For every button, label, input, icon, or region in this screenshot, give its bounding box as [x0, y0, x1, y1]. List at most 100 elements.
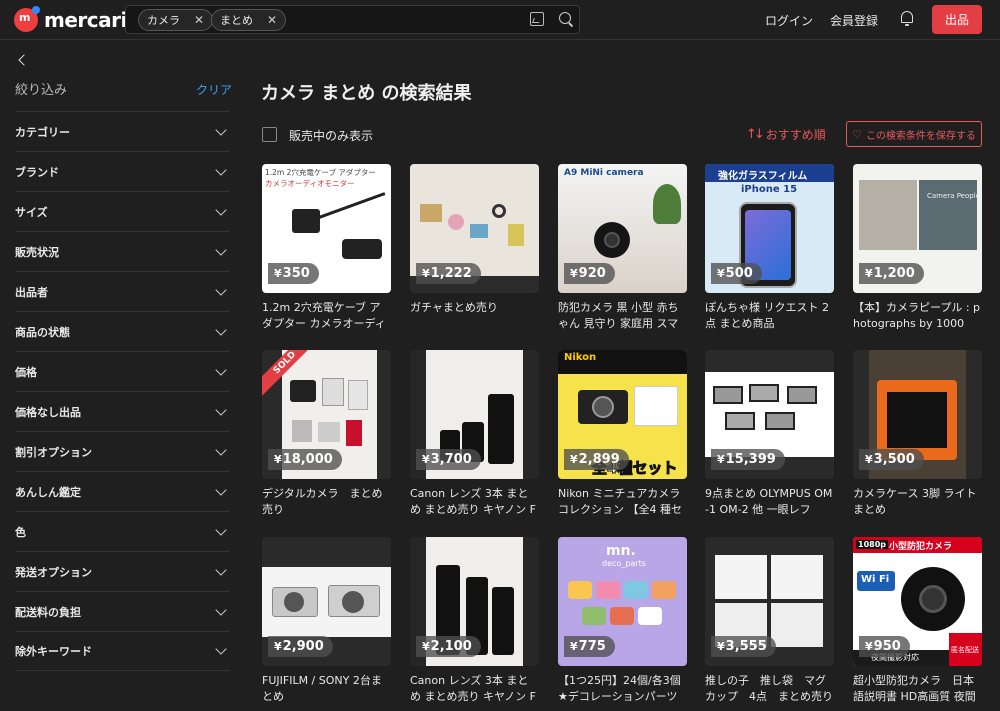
filter-item[interactable]: 除外キーワード	[15, 631, 230, 671]
item-thumbnail[interactable]: ¥15,399	[705, 350, 834, 479]
item-title[interactable]: ガチャまとめ売り	[410, 300, 539, 332]
item-card[interactable]: Nikon 全4種セット ¥2,899 Nikon ミニチュアカメラコレクション 【…	[558, 350, 687, 518]
item-title[interactable]: カメラケース 3脚 ライト まとめ	[853, 486, 982, 518]
item-thumbnail[interactable]: ¥1,222	[410, 164, 539, 293]
item-thumbnail[interactable]: ¥2,900	[262, 537, 391, 666]
item-card[interactable]: A9 MiNi camera ¥920 防犯カメラ 黒 小型 赤ちゃん 見守り 家…	[558, 164, 687, 332]
item-price: ¥2,100	[416, 636, 481, 657]
item-title[interactable]: 1.2m 2穴充電ケーブ アダプター カメラオーディオモニター	[262, 300, 391, 332]
filter-item[interactable]: 価格なし出品	[15, 391, 230, 431]
close-icon[interactable]: ✕	[267, 13, 277, 27]
filter-item[interactable]: 出品者	[15, 271, 230, 311]
filter-item[interactable]: 商品の状態	[15, 311, 230, 351]
filter-title: 絞り込み	[15, 83, 68, 98]
filter-label: 配送料の負担	[15, 605, 81, 619]
item-thumbnail[interactable]: ¥2,100	[410, 537, 539, 666]
clear-filters-link[interactable]: クリア	[196, 81, 232, 98]
filter-item[interactable]: サイズ	[15, 191, 230, 231]
item-card[interactable]: ¥1,222 ガチャまとめ売り	[410, 164, 539, 332]
item-card[interactable]: ¥3,500 カメラケース 3脚 ライト まとめ	[853, 350, 982, 518]
search-icon[interactable]	[559, 12, 571, 24]
filter-item[interactable]: ブランド	[15, 151, 230, 191]
item-card[interactable]: ¥3,700 Canon レンズ 3本 まとめ まとめ売り キヤノン FD	[410, 350, 539, 518]
item-card[interactable]: SOLD ¥18,000 デジタルカメラ まとめ売り	[262, 350, 391, 518]
item-thumbnail[interactable]: SOLD ¥18,000	[262, 350, 391, 479]
item-title[interactable]: Nikon ミニチュアカメラコレクション 【全4 種セット】	[558, 486, 687, 518]
price-value: 2,899	[578, 452, 620, 467]
sort-label: おすすめ順	[765, 128, 826, 142]
item-card[interactable]: 強化ガラスフィルム iPhone 15 ¥500 ぽんちゃ様 リクエスト 2点 ま…	[705, 164, 834, 332]
register-link[interactable]: 会員登録	[830, 12, 878, 29]
filter-label: 発送オプション	[15, 565, 92, 579]
filter-item[interactable]: 色	[15, 511, 230, 551]
price-value: 3,555	[725, 639, 767, 654]
filter-label: カテゴリー	[15, 125, 70, 139]
price-value: 2,100	[430, 639, 472, 654]
item-card[interactable]: mn. deco_parts ¥775 【1つ25円】24個/各3個★デコレーショ…	[558, 537, 687, 705]
chevron-down-icon	[215, 123, 227, 136]
item-title[interactable]: 防犯カメラ 黒 小型 赤ちゃん 見守り 家庭用 スマホ	[558, 300, 687, 332]
chevron-down-icon	[215, 523, 227, 536]
chevron-down-icon	[215, 363, 227, 376]
onsale-only-label[interactable]: 販売中のみ表示	[289, 127, 373, 144]
item-title[interactable]: Canon レンズ 3本 まとめ まとめ売り キヤノン FD	[410, 486, 539, 518]
item-card[interactable]: ¥15,399 9点まとめ OLYMPUS OM-1 OM-2 他 一眼レフ	[705, 350, 834, 518]
item-title[interactable]: 【本】カメラピープル : photographs by 1000	[853, 300, 982, 332]
search-chip-camera[interactable]: カメラ ✕	[138, 9, 214, 31]
item-price: ¥2,900	[268, 636, 333, 657]
filter-item[interactable]: あんしん鑑定	[15, 471, 230, 511]
item-thumbnail[interactable]: 小型防犯カメラ 1080p Wi Fi 夜間撮影対応 匿名配送 ¥950	[853, 537, 982, 666]
item-title[interactable]: 推しの子 推し袋 マグカップ 4点 まとめ売り	[705, 673, 834, 705]
item-card[interactable]: ¥2,900 FUJIFILM / SONY 2台まとめ	[262, 537, 391, 705]
chevron-down-icon	[215, 283, 227, 296]
item-price: ¥500	[711, 263, 762, 284]
item-card[interactable]: ¥3,555 推しの子 推し袋 マグカップ 4点 まとめ売り	[705, 537, 834, 705]
item-card[interactable]: ¥2,100 Canon レンズ 3本 まとめ まとめ売り キヤノン FD	[410, 537, 539, 705]
login-link[interactable]: ログイン	[765, 12, 813, 29]
item-title[interactable]: FUJIFILM / SONY 2台まとめ	[262, 673, 391, 705]
item-thumbnail[interactable]: ¥3,700	[410, 350, 539, 479]
item-thumbnail[interactable]: Nikon 全4種セット ¥2,899	[558, 350, 687, 479]
image-search-icon[interactable]	[530, 12, 544, 26]
filter-item[interactable]: 割引オプション	[15, 431, 230, 471]
item-price: ¥18,000	[268, 449, 342, 470]
item-thumbnail[interactable]: ¥3,555	[705, 537, 834, 666]
filter-item[interactable]: 価格	[15, 351, 230, 391]
item-title[interactable]: 【1つ25円】24個/各3個★デコレーションパーツ	[558, 673, 687, 705]
item-thumbnail[interactable]: Camera People ¥1,200	[853, 164, 982, 293]
chevron-down-icon	[215, 403, 227, 416]
item-thumbnail[interactable]: mn. deco_parts ¥775	[558, 537, 687, 666]
item-title[interactable]: ぽんちゃ様 リクエスト 2点 まとめ商品	[705, 300, 834, 332]
item-title[interactable]: 9点まとめ OLYMPUS OM-1 OM-2 他 一眼レフ	[705, 486, 834, 518]
item-thumbnail[interactable]: 強化ガラスフィルム iPhone 15 ¥500	[705, 164, 834, 293]
item-title[interactable]: 超小型防犯カメラ 日本語説明書 HD高画質 夜間撮影	[853, 673, 982, 705]
back-icon[interactable]	[18, 54, 30, 66]
item-price: ¥1,200	[859, 263, 924, 284]
item-thumbnail[interactable]: A9 MiNi camera ¥920	[558, 164, 687, 293]
filter-item[interactable]: カテゴリー	[15, 111, 230, 151]
item-title[interactable]: デジタルカメラ まとめ売り	[262, 486, 391, 518]
close-icon[interactable]: ✕	[194, 13, 204, 27]
sort-dropdown[interactable]: ↑↓ おすすめ順	[746, 126, 826, 143]
filter-item[interactable]: 発送オプション	[15, 551, 230, 591]
onsale-only-checkbox[interactable]	[262, 127, 277, 142]
save-search-button[interactable]: ♡ この検索条件を保存する	[846, 121, 982, 147]
price-value: 3,700	[430, 452, 472, 467]
price-value: 2,900	[282, 639, 324, 654]
mercari-logo[interactable]: mercari	[14, 6, 127, 32]
item-card[interactable]: Camera People ¥1,200 【本】カメラピープル : photogra…	[853, 164, 982, 332]
item-thumbnail[interactable]: ¥3,500	[853, 350, 982, 479]
item-title[interactable]: Canon レンズ 3本 まとめ まとめ売り キヤノン FD	[410, 673, 539, 705]
price-value: 950	[873, 639, 901, 654]
item-thumbnail[interactable]: 1.2m 2穴充電ケーブ アダプター カメラオーディオモニター ¥350	[262, 164, 391, 293]
search-bar[interactable]: カメラ ✕ まとめ ✕	[125, 5, 580, 34]
search-chip-matome[interactable]: まとめ ✕	[211, 9, 287, 31]
chevron-down-icon	[215, 323, 227, 336]
bell-icon[interactable]	[900, 11, 914, 26]
filter-item[interactable]: 配送料の負担	[15, 591, 230, 631]
item-card[interactable]: 1.2m 2穴充電ケーブ アダプター カメラオーディオモニター ¥350 1.2m…	[262, 164, 391, 332]
filter-item[interactable]: 販売状況	[15, 231, 230, 271]
price-value: 18,000	[282, 452, 333, 467]
item-card[interactable]: 小型防犯カメラ 1080p Wi Fi 夜間撮影対応 匿名配送 ¥950 超小型防犯…	[853, 537, 982, 705]
sell-button[interactable]: 出品	[932, 5, 982, 34]
